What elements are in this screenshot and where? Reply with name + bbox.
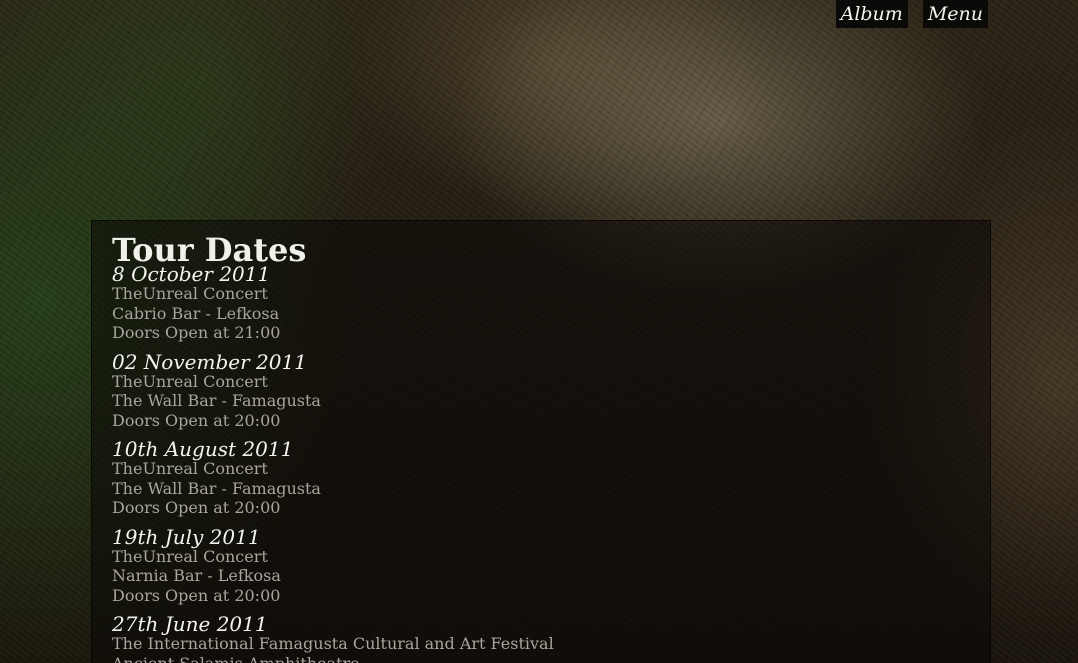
tour-dates-content: Tour Dates 8 October 2011 TheUnreal Conc…: [112, 233, 812, 663]
event-doors: Doors Open at 20:00: [112, 410, 281, 430]
event-title: The International Famagusta Cultural and…: [112, 634, 554, 653]
event-date: 8 October 2011: [112, 262, 271, 286]
event-title: TheUnreal Concert: [112, 546, 268, 566]
tour-event: 8 October 2011 TheUnreal Concert Cabrio …: [112, 263, 812, 343]
event-venue: Narnia Bar - Lefkosa: [112, 566, 281, 585]
event-date: 19th July 2011: [112, 524, 261, 549]
tour-event: 19th July 2011 TheUnreal Concert Narnia …: [112, 526, 812, 606]
tour-dates-panel: Tour Dates 8 October 2011 TheUnreal Conc…: [91, 220, 991, 663]
event-doors: Doors Open at 20:00: [112, 498, 281, 517]
tour-event: 10th August 2011 TheUnreal Concert The W…: [112, 438, 812, 518]
page-title: Tour Dates: [112, 231, 307, 269]
event-doors: Doors Open at 20:00: [112, 585, 281, 605]
event-title: TheUnreal Concert: [112, 459, 268, 478]
event-title: TheUnreal Concert: [112, 284, 268, 303]
nav-album-link[interactable]: Album: [835, 0, 908, 28]
top-nav: Album Menu: [835, 0, 988, 28]
tour-event: 02 November 2011 TheUnreal Concert The W…: [112, 351, 812, 431]
event-title: TheUnreal Concert: [112, 371, 268, 391]
tour-event: 27th June 2011 The International Famagus…: [112, 613, 812, 663]
nav-menu-link[interactable]: Menu: [922, 0, 988, 28]
event-venue: The Wall Bar - Famagusta: [112, 478, 321, 498]
event-doors: Doors Open at 21:00: [112, 323, 281, 342]
event-date: 10th August 2011: [112, 437, 294, 461]
event-venue: Cabrio Bar - Lefkosa: [112, 303, 280, 323]
event-date: 02 November 2011: [112, 349, 307, 374]
event-venue: The Wall Bar - Famagusta: [112, 391, 321, 410]
event-date: 27th June 2011: [112, 612, 268, 636]
event-venue: Ancient Salamis Amphitheatre,: [112, 653, 365, 663]
